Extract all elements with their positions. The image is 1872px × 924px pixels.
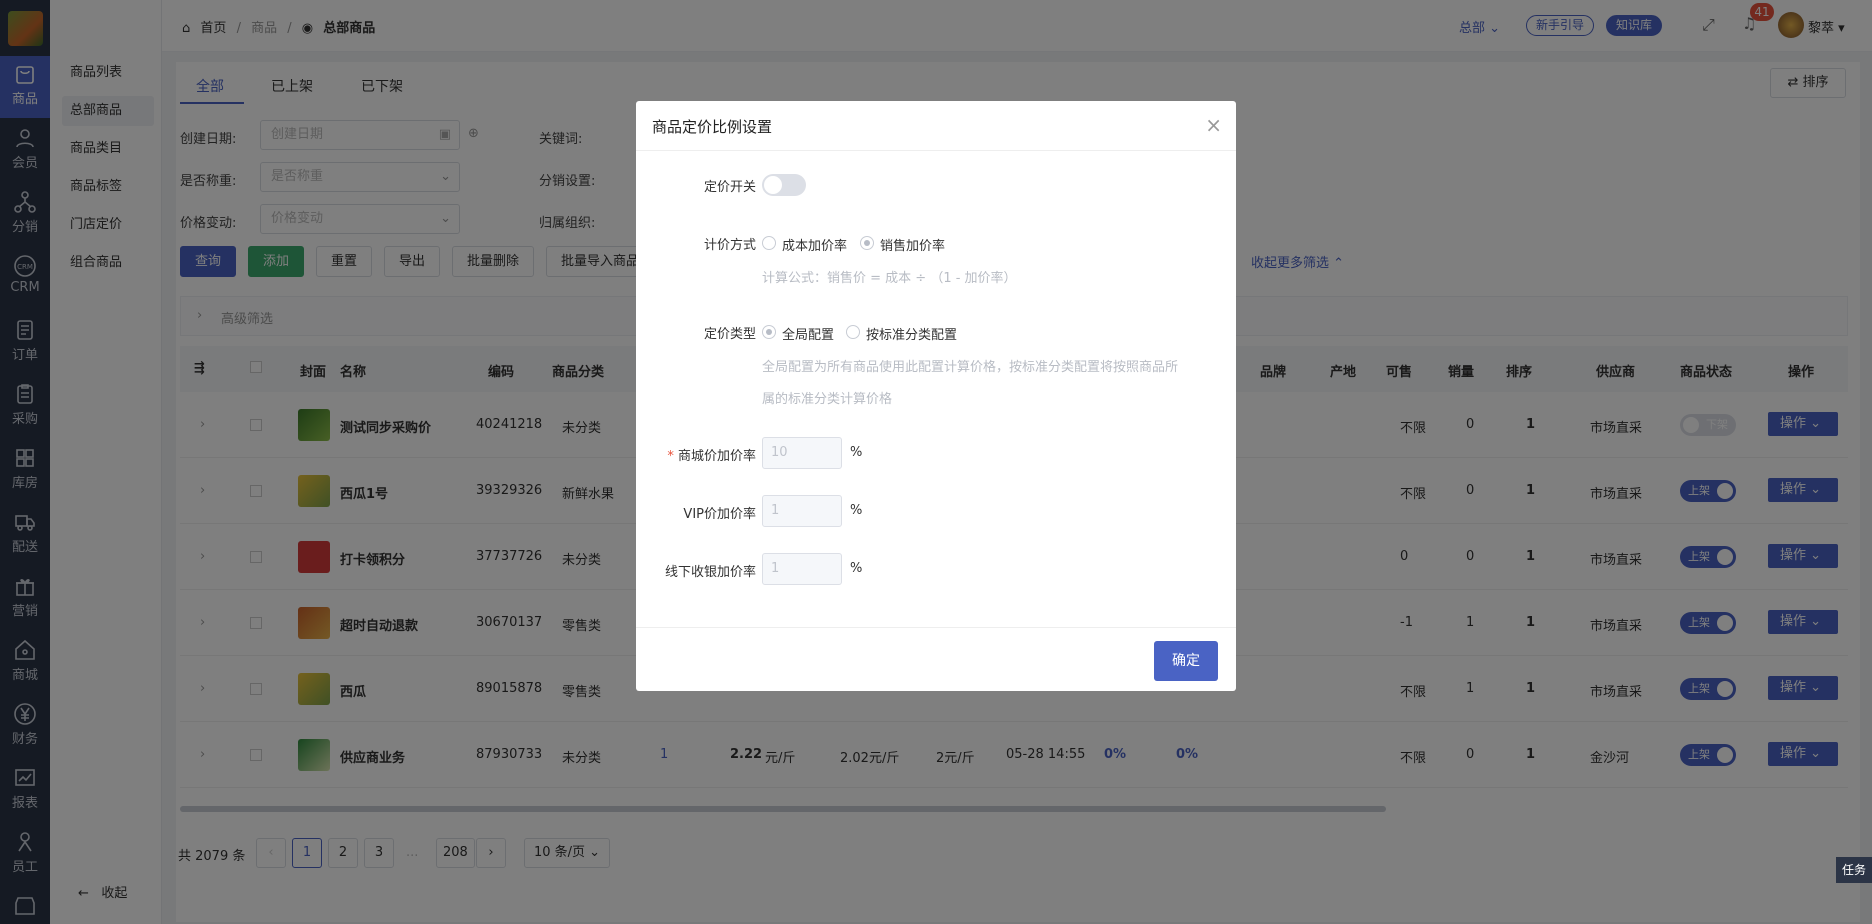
formula-hint: 计算公式：销售价 = 成本 ÷ （1 - 加价率） (762, 271, 1017, 286)
cost-markup-label[interactable]: 成本加价率 (782, 235, 847, 254)
close-icon[interactable]: × (1205, 113, 1222, 137)
mall-markup-text: 商城价加价率 (677, 449, 756, 464)
modal-footer-divider (636, 627, 1236, 628)
radio-global[interactable] (762, 325, 776, 339)
offline-markup-label: 线下收银加价率 (664, 565, 756, 580)
mall-markup-input[interactable]: 10 (762, 437, 842, 469)
radio-cost-markup[interactable] (762, 236, 776, 250)
confirm-button[interactable]: 确定 (1154, 641, 1218, 681)
type-hint-line1: 全局配置为所有商品使用此配置计算价格，按标准分类配置将按照商品所 (762, 360, 1179, 375)
vip-markup-input[interactable]: 1 (762, 495, 842, 527)
switch-label: 定价开关 (703, 180, 756, 195)
switch-knob (764, 176, 782, 194)
unit-percent: % (850, 561, 863, 576)
global-label[interactable]: 全局配置 (782, 324, 834, 343)
radio-by-category[interactable] (846, 325, 860, 339)
radio-sale-markup[interactable] (860, 236, 874, 250)
modal-header: 商品定价比例设置 × (636, 101, 1236, 151)
method-label: 计价方式 (703, 238, 756, 253)
pricing-switch[interactable] (762, 174, 806, 196)
unit-percent: % (850, 503, 863, 518)
required-mark: * (667, 449, 674, 464)
type-label: 定价类型 (703, 327, 756, 342)
unit-percent: % (850, 445, 863, 460)
vip-markup-label: VIP价加价率 (683, 507, 756, 522)
modal-title: 商品定价比例设置 (652, 118, 773, 136)
type-hint-line2: 属的标准分类计算价格 (762, 392, 893, 407)
sale-markup-label[interactable]: 销售加价率 (880, 235, 945, 254)
offline-markup-input[interactable]: 1 (762, 553, 842, 585)
pricing-ratio-modal: 商品定价比例设置 × 定价开关 计价方式 成本加价率 销售加价率 计算公式：销售… (636, 101, 1236, 691)
task-button[interactable]: 任务 (1836, 857, 1872, 883)
by-category-label[interactable]: 按标准分类配置 (866, 324, 957, 343)
mall-markup-label: * 商城价加价率 (636, 445, 756, 464)
